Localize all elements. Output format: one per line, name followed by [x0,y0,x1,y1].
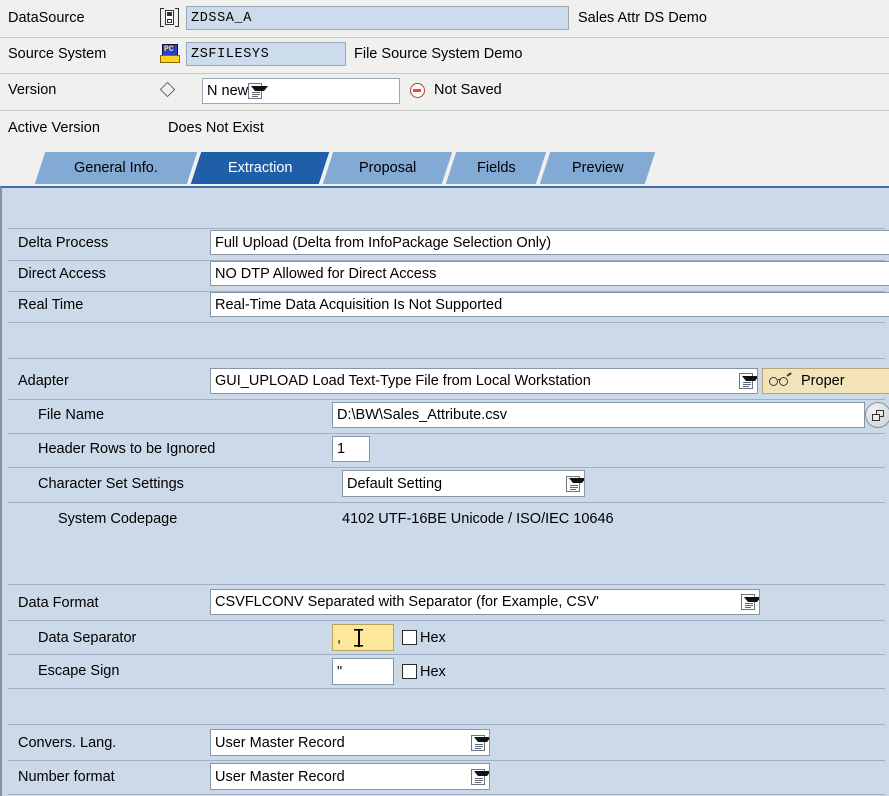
adapter-properties-label: Proper [801,373,845,389]
extraction-panel: Delta Process Full Upload (Delta from In… [0,186,889,796]
divider-delta-top [8,228,885,229]
datasource-description: Sales Attr DS Demo [578,10,707,26]
datasource-label: DataSource [8,10,85,26]
system-codepage-label: System Codepage [58,511,177,527]
data-separator-label: Data Separator [38,630,136,646]
tab-general-info-label: General Info. [74,160,158,176]
source-system-description: File Source System Demo [354,46,522,62]
browse-icon[interactable] [865,402,889,428]
active-version-value: Does Not Exist [168,120,264,136]
version-field[interactable]: N new [202,78,400,104]
data-format-field[interactable]: CSVFLCONV Separated with Separator (for … [210,589,760,615]
escape-sign-hex-checkbox[interactable] [402,664,417,679]
header-rows-field[interactable]: 1 [332,436,370,462]
file-name-value: D:\BW\Sales_Attribute.csv [337,407,860,423]
file-name-field[interactable]: D:\BW\Sales_Attribute.csv [332,402,865,428]
adapter-dropdown-button[interactable] [739,373,753,389]
escape-sign-hex-label: Hex [420,664,446,680]
delta-process-field[interactable]: Full Upload (Delta from InfoPackage Sele… [210,230,889,255]
convers-lang-value: User Master Record [215,735,471,751]
number-format-dropdown-button[interactable] [471,769,485,785]
divider-convers-bottom [8,760,885,761]
data-format-label: Data Format [18,595,99,611]
number-format-field[interactable]: User Master Record [210,763,490,790]
convers-lang-label: Convers. Lang. [18,735,116,751]
real-time-label: Real Time [18,297,83,313]
source-system-label: Source System [8,46,106,62]
tab-extraction-label: Extraction [228,160,292,176]
glasses-icon [769,375,791,388]
datasource-icon [160,8,179,27]
adapter-value: GUI_UPLOAD Load Text-Type File from Loca… [215,373,739,389]
divider-adapter-top [8,358,885,359]
divider-convers-top [8,724,885,725]
divider-separator-bottom [8,654,885,655]
file-name-label: File Name [38,407,104,423]
not-saved-status: Not Saved [434,82,502,98]
escape-sign-value: " [337,664,389,680]
divider-adapter-bottom [8,399,885,400]
tab-preview-label: Preview [572,160,624,176]
header-divider-1 [0,37,889,38]
data-separator-value: , [337,630,389,646]
source-system-field[interactable]: ZSFILESYS [186,42,346,66]
version-label: Version [8,82,56,98]
not-saved-icon [410,83,425,98]
datasource-header: DataSource ZDSSA_A Sales Attr DS Demo So… [0,0,889,150]
charset-dropdown-button[interactable] [566,476,580,492]
divider-numberformat-bottom [8,794,885,795]
datasource-field[interactable]: ZDSSA_A [186,6,569,30]
header-divider-3 [0,110,889,111]
adapter-properties-button[interactable]: Proper [762,368,889,394]
tab-proposal-label: Proposal [359,160,416,176]
data-separator-hex-label: Hex [420,630,446,646]
direct-access-field[interactable]: NO DTP Allowed for Direct Access [210,261,889,286]
diamond-icon [162,84,173,95]
source-system-icon: PC [160,44,180,63]
direct-access-label: Direct Access [18,266,106,282]
divider-headerrows-bottom [8,467,885,468]
header-divider-2 [0,73,889,74]
divider-filename-bottom [8,433,885,434]
divider-realtime-bottom [8,322,885,323]
direct-access-value: NO DTP Allowed for Direct Access [215,266,889,282]
divider-dataformat-top [8,584,885,585]
tab-proposal[interactable]: Proposal [323,152,452,184]
version-dropdown-button[interactable] [248,83,262,99]
active-version-label: Active Version [8,120,100,136]
escape-sign-field[interactable]: " [332,658,394,685]
data-format-value: CSVFLCONV Separated with Separator (for … [215,594,741,610]
number-format-value: User Master Record [215,769,471,785]
divider-escape-bottom [8,688,885,689]
adapter-label: Adapter [18,373,69,389]
data-format-dropdown-button[interactable] [741,594,755,610]
header-rows-value: 1 [337,441,365,457]
adapter-field[interactable]: GUI_UPLOAD Load Text-Type File from Loca… [210,368,758,394]
data-separator-field[interactable]: , [332,624,394,651]
tab-fields-label: Fields [477,160,516,176]
delta-process-label: Delta Process [18,235,108,251]
escape-sign-label: Escape Sign [38,663,119,679]
real-time-value: Real-Time Data Acquisition Is Not Suppor… [215,297,889,313]
system-codepage-value: 4102 UTF-16BE Unicode / ISO/IEC 10646 [342,511,614,527]
charset-value: Default Setting [347,476,566,492]
charset-field[interactable]: Default Setting [342,470,585,497]
tab-preview[interactable]: Preview [540,152,655,184]
tab-strip: General Info. Extraction Proposal Fields… [0,152,889,188]
charset-label: Character Set Settings [38,476,184,492]
convers-lang-field[interactable]: User Master Record [210,729,490,756]
tab-general-info[interactable]: General Info. [35,152,197,184]
real-time-field[interactable]: Real-Time Data Acquisition Is Not Suppor… [210,292,889,317]
number-format-label: Number format [18,769,115,785]
version-value: N new [207,83,248,99]
divider-dataformat-bottom [8,620,885,621]
tab-extraction[interactable]: Extraction [191,152,329,184]
divider-charset-bottom [8,502,885,503]
delta-process-value: Full Upload (Delta from InfoPackage Sele… [215,235,889,251]
header-rows-label: Header Rows to be Ignored [38,441,215,457]
convers-lang-dropdown-button[interactable] [471,735,485,751]
tab-fields[interactable]: Fields [446,152,546,184]
data-separator-hex-checkbox[interactable] [402,630,417,645]
